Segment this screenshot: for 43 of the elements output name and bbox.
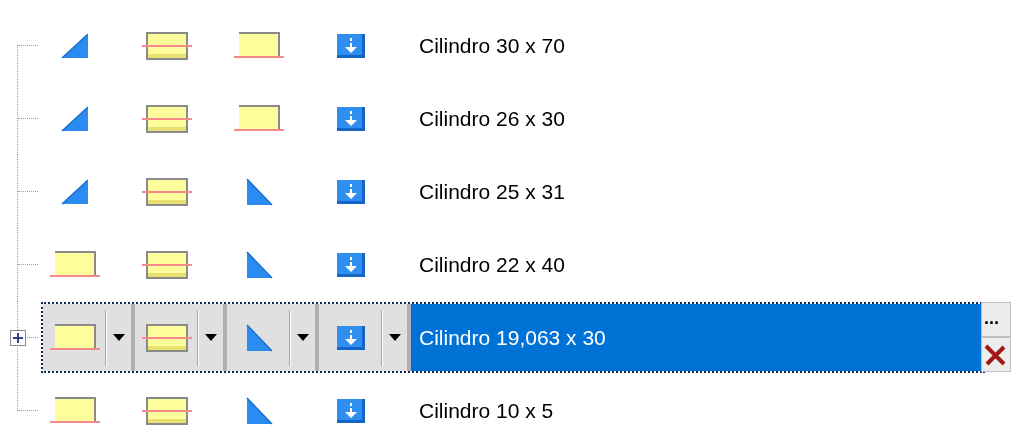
- download-icon: [336, 324, 366, 351]
- icon-dropdown[interactable]: [135, 304, 227, 371]
- caret-icon: [205, 334, 217, 341]
- caret-icon: [113, 334, 125, 341]
- crossed-rectangle-icon: [141, 395, 193, 426]
- underlined-rectangle-icon: [233, 30, 285, 61]
- download-icon: [336, 251, 366, 278]
- crossed-rectangle-icon: [141, 176, 193, 207]
- right-triangle-icon: [244, 176, 274, 207]
- row-label: Cilindro 30 x 70: [418, 32, 566, 59]
- crossed-rectangle-icon: [141, 249, 193, 280]
- row-label: Cilindro 25 x 31: [418, 178, 566, 205]
- caret-icon: [297, 334, 309, 341]
- download-icon: [336, 105, 366, 132]
- right-triangle-icon: [60, 177, 90, 206]
- crossed-rectangle-icon: [141, 322, 193, 353]
- close-icon: [984, 344, 1006, 366]
- icon-dropdown[interactable]: [319, 304, 411, 371]
- download-icon: [336, 178, 366, 205]
- row-label: Cilindro 22 x 40: [418, 251, 566, 278]
- right-triangle-icon: [60, 31, 90, 60]
- crossed-rectangle-icon: [141, 30, 193, 61]
- caret-icon: [389, 334, 401, 341]
- row-label: Cilindro 26 x 30: [418, 105, 566, 132]
- download-icon: [336, 32, 366, 59]
- selected-row[interactable]: Cilindro 19,063 x 30: [41, 302, 985, 373]
- underlined-rectangle-icon: [49, 322, 101, 353]
- download-icon: [336, 397, 366, 424]
- row-label: Cilindro 19,063 x 30: [411, 304, 983, 371]
- underlined-rectangle-icon: [49, 395, 101, 426]
- row-label: Cilindro 10 x 5: [418, 397, 555, 424]
- underlined-rectangle-icon: [233, 103, 285, 134]
- icon-dropdown[interactable]: [43, 304, 135, 371]
- right-triangle-icon: [244, 322, 274, 353]
- underlined-rectangle-icon: [49, 249, 101, 280]
- icon-dropdown[interactable]: [227, 304, 319, 371]
- clear-button[interactable]: [981, 337, 1011, 372]
- right-triangle-icon: [244, 395, 274, 426]
- right-triangle-icon: [244, 249, 274, 280]
- expand-icon[interactable]: [10, 330, 26, 346]
- crossed-rectangle-icon: [141, 103, 193, 134]
- ellipsis-button[interactable]: ...: [981, 302, 1011, 337]
- right-triangle-icon: [60, 104, 90, 133]
